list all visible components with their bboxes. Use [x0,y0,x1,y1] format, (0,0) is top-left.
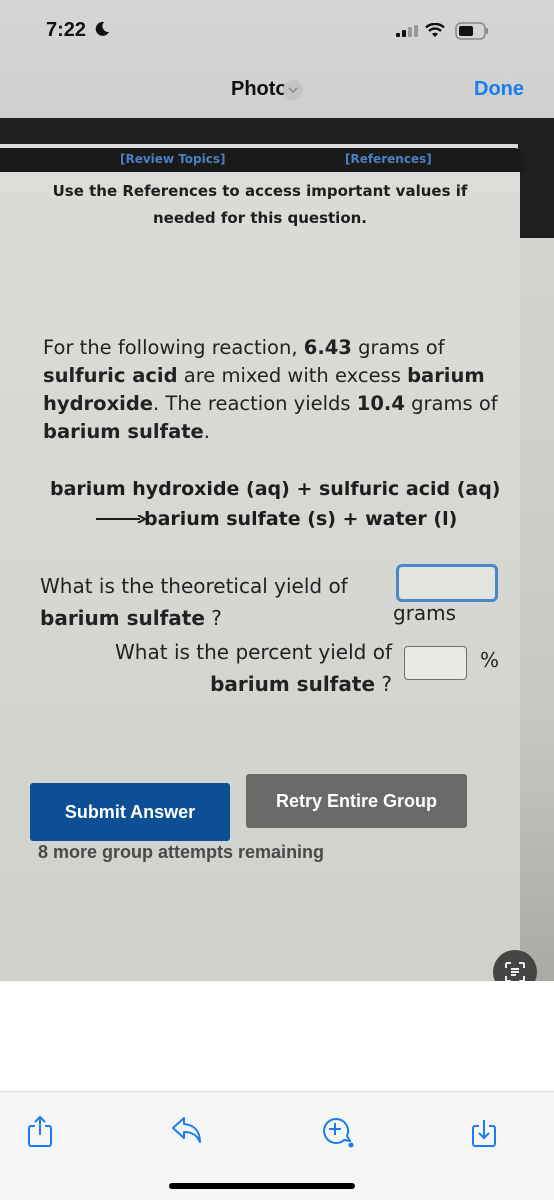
photo-title[interactable]: Photo [231,78,288,101]
reference-bar [0,148,525,172]
problem-text: . [203,420,210,443]
monitor-bezel-right [518,118,554,238]
references-link[interactable]: [References] [345,152,432,166]
live-text-button[interactable] [493,950,537,981]
chemical-equation: barium hydroxide (aq) + sulfuric acid (a… [50,474,510,534]
chevron-down-icon[interactable] [283,80,303,100]
problem-text: grams of [351,336,445,359]
question-subject: barium sulfate [40,606,205,630]
home-indicator[interactable] [169,1183,355,1189]
theoretical-yield-question: What is the theoretical yield of barium … [40,570,348,634]
instructions-text: Use the References to access important v… [52,182,468,227]
reactant-mass: 6.43 [303,336,352,359]
save-to-files-icon[interactable] [470,1114,498,1148]
wifi-icon [425,23,445,37]
share-icon[interactable] [26,1114,54,1148]
battery-icon [455,22,488,40]
problem-statement: For the following reaction, 6.43 grams o… [43,334,513,446]
theoretical-yield-input[interactable] [396,564,498,602]
retry-entire-group-button[interactable]: Retry Entire Group [246,774,467,828]
product-mass: 10.4 [356,392,405,415]
equation-products-line: barium sulfate (s) + water (l) [50,504,510,534]
reaction-arrow-icon [96,515,146,523]
equation-reactants: barium hydroxide (aq) + sulfuric acid (a… [50,478,501,500]
problem-text: For the following reaction, [43,336,304,359]
top-bar: 7:22 Photo Done [0,0,554,118]
question-mark: ? [375,672,392,696]
attempts-remaining: 8 more group attempts remaining [38,842,325,862]
unit-grams: grams [393,601,457,625]
question-text: What is the percent yield of [115,640,392,664]
percent-yield-question: What is the percent yield of barium sulf… [78,636,392,700]
photo-margin [0,981,554,1091]
reply-icon[interactable] [170,1114,204,1146]
problem-text: . The reaction yields [153,392,357,415]
unit-percent: % [480,648,500,672]
moon-icon [95,21,109,36]
question-subject: barium sulfate [210,672,376,696]
problem-text: grams of [404,392,498,415]
live-text-icon [505,962,525,981]
problem-text: are mixed with excess [177,364,408,387]
markup-icon[interactable] [320,1114,356,1150]
percent-yield-input[interactable] [404,646,467,680]
question-mark: ? [204,606,222,630]
signal-icon [396,25,418,37]
product-name: barium sulfate [43,420,204,443]
equation-products: barium sulfate (s) + water (l) [144,508,458,530]
reactant-name: sulfuric acid [43,364,178,387]
done-button[interactable]: Done [474,78,524,101]
question-text: What is the theoretical yield of [40,574,348,598]
submit-answer-button[interactable]: Submit Answer [30,783,230,841]
review-topics-link[interactable]: [Review Topics] [120,152,225,166]
status-time: 7:22 [46,19,87,41]
monitor-bezel [0,118,554,144]
photo-viewer[interactable]: [Review Topics] [References] Use the Ref… [0,118,554,981]
